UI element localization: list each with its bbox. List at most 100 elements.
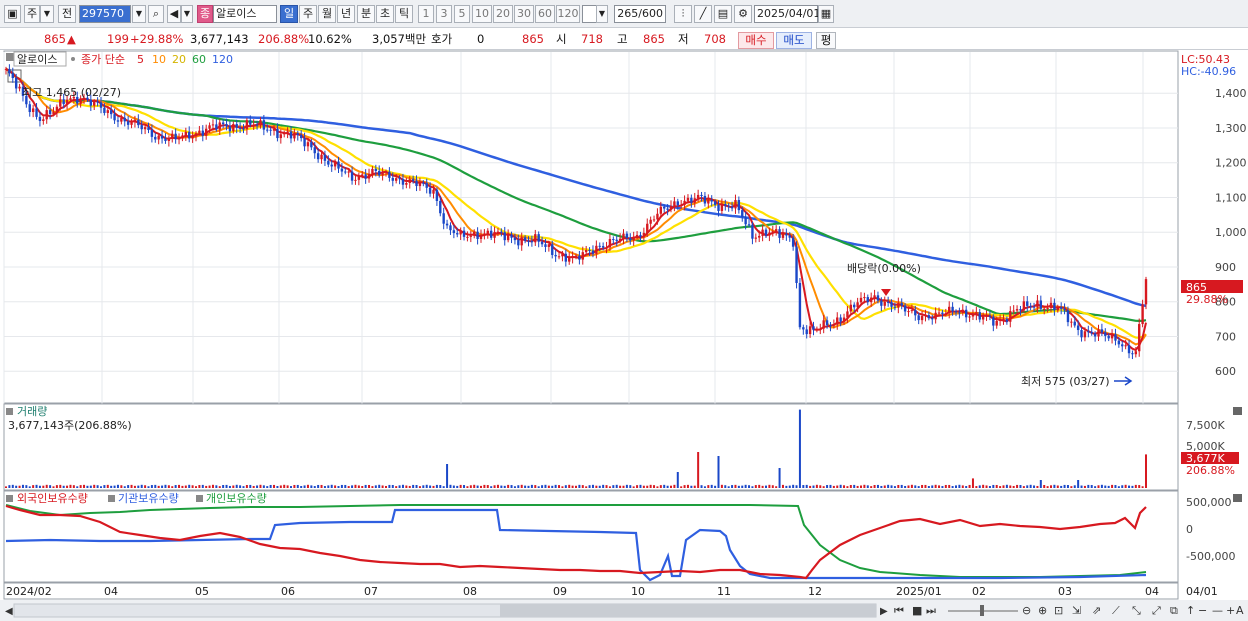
go-last-icon[interactable]: ⏭ [926, 604, 936, 617]
go-first-icon[interactable]: ⏮ [894, 604, 904, 617]
volume-bar [1141, 486, 1144, 488]
minus-icon[interactable]: − [1198, 604, 1207, 617]
candle-body [629, 238, 632, 241]
volume-bar [775, 486, 778, 488]
candle-body [513, 237, 517, 241]
volume-bar [927, 486, 930, 488]
volume-label: 3,677,143주(206.88%) [8, 419, 132, 432]
volume-bar [978, 485, 981, 488]
legend-toggle-icon[interactable] [6, 53, 14, 61]
candle-body [1009, 311, 1012, 322]
volume-bar [1043, 485, 1046, 488]
fib-tool-icon[interactable]: ⤡ [1132, 604, 1141, 617]
candle-body [52, 111, 55, 115]
volume-bar [856, 485, 859, 488]
candle-body [262, 120, 266, 130]
scroll-thumb[interactable] [500, 604, 876, 617]
line-icon[interactable]: — [1212, 604, 1223, 617]
volume-close-icon[interactable] [1233, 407, 1242, 415]
candle-body [652, 219, 656, 221]
candle-body [910, 310, 914, 312]
candle-body [690, 197, 693, 203]
volume-bar [76, 486, 79, 488]
candle-body [65, 99, 69, 105]
volume-bar [595, 485, 598, 488]
volume-bar [378, 484, 381, 488]
fit-icon[interactable]: ⊡ [1054, 604, 1063, 617]
volume-bar [1060, 485, 1063, 488]
candle-body [1087, 331, 1090, 333]
volume-bar [693, 485, 696, 488]
volume-bar [670, 485, 672, 488]
candle-body [751, 224, 754, 239]
candle-body [99, 102, 103, 108]
volume-bar [164, 484, 167, 488]
volume-bar [381, 485, 384, 488]
candle-body [656, 213, 659, 220]
volume-bar [513, 486, 516, 488]
candle-body [137, 119, 140, 126]
candle-body [985, 315, 988, 317]
volume-bar [252, 485, 255, 488]
candle-body [425, 182, 428, 188]
zoom-slider-handle[interactable] [980, 605, 984, 616]
scroll-right-icon[interactable]: ▶ [880, 606, 888, 617]
stop-icon[interactable]: ■ [912, 604, 922, 617]
candle-body [523, 237, 527, 241]
holdings-close-icon[interactable] [1233, 494, 1242, 502]
volume-last-pct: 206.88% [1186, 464, 1235, 477]
candle-body [825, 320, 829, 326]
volume-bar [225, 484, 228, 488]
scroll-left-icon[interactable]: ◀ [5, 606, 13, 617]
zoom-in-icon[interactable]: ⊕ [1038, 604, 1047, 617]
candle-body [374, 168, 378, 171]
pattern-tool-icon[interactable]: ⤢ [1152, 604, 1161, 617]
candle-body [147, 127, 150, 131]
volume-bar [615, 484, 618, 488]
legend-dot-icon [71, 57, 75, 61]
text-tool-icon[interactable]: A [1236, 604, 1244, 617]
volume-bar [415, 485, 418, 488]
volume-bar [876, 484, 879, 488]
volume-toggle-icon[interactable] [6, 408, 13, 415]
volume-bar [761, 485, 764, 488]
holdings-indiv-toggle-icon[interactable] [196, 495, 203, 502]
candle-body [174, 133, 177, 140]
candle-body [361, 174, 364, 177]
nav-up-icon[interactable]: ↑ [1186, 604, 1195, 617]
volume-bar [11, 484, 14, 488]
volume-bar [371, 486, 374, 488]
time-tick-label: 05 [195, 585, 209, 598]
price-chart[interactable]: 1,4001,3001,2001,1001,000900800700600 알로… [0, 0, 1248, 621]
trend-tool-icon[interactable]: ⇗ [1092, 604, 1101, 617]
candle-body [1114, 334, 1117, 341]
volume-bar [483, 484, 486, 488]
volume-bar [646, 485, 649, 488]
candle-body [876, 295, 880, 301]
volume-bar [619, 485, 622, 488]
copy-icon[interactable]: ⧉ [1170, 604, 1178, 617]
candle-body [951, 306, 954, 312]
candle-body [1056, 307, 1059, 311]
plus-icon[interactable]: + [1226, 604, 1235, 617]
draw-tools-icon[interactable]: ⇲ [1072, 604, 1081, 617]
candle-body [1046, 308, 1049, 310]
zoom-out-icon[interactable]: ⊖ [1022, 604, 1031, 617]
line-tool-icon[interactable]: ⟋ [1112, 604, 1120, 617]
price-tick-label: 1,400 [1215, 87, 1247, 100]
candle-body [310, 142, 313, 148]
holdings-toggle-icon[interactable] [6, 495, 13, 502]
candle-body [313, 147, 316, 154]
candle-body [500, 231, 503, 233]
candle-body [59, 99, 62, 107]
volume-bar [398, 485, 401, 488]
candle-body [449, 225, 452, 231]
volume-bar [93, 484, 96, 488]
candle-body [123, 117, 126, 122]
price-tick-label: 1,200 [1215, 157, 1247, 170]
volume-bar [432, 485, 435, 488]
holdings-inst-toggle-icon[interactable] [108, 495, 115, 502]
candle-body [401, 179, 405, 185]
candle-body [856, 302, 859, 308]
volume-bar [391, 484, 394, 488]
